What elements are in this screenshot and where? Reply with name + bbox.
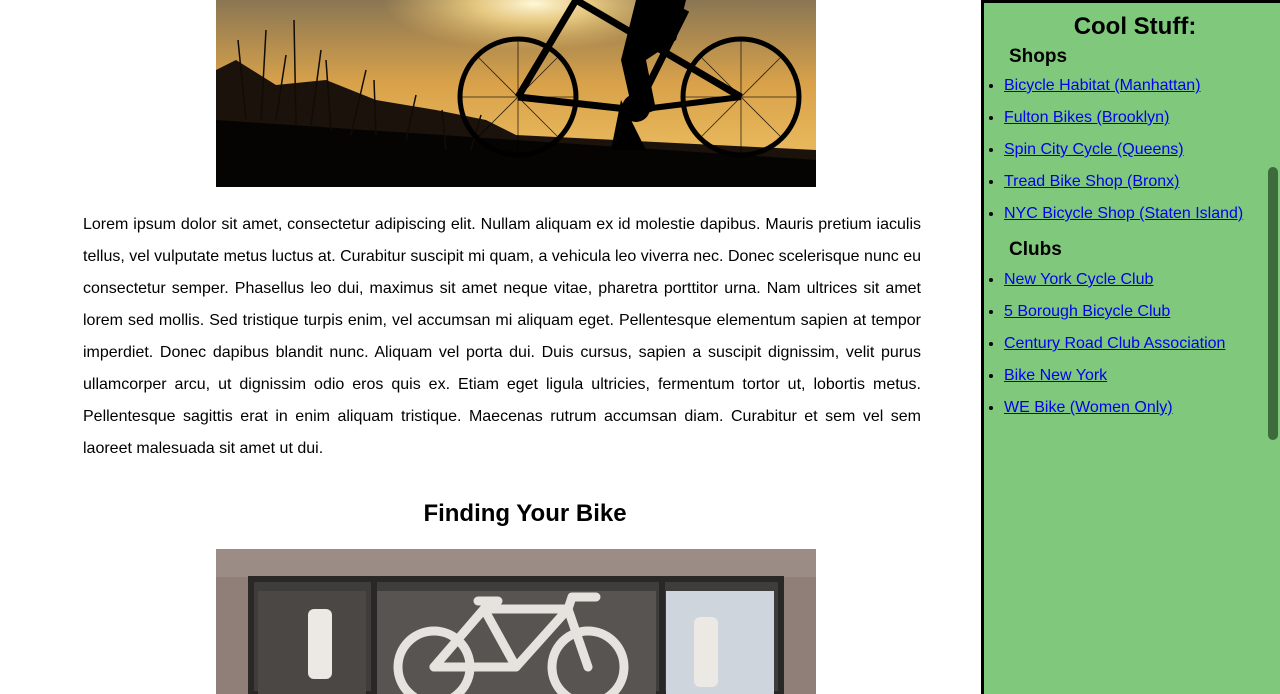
shop-link-spin-city-cycle[interactable]: Spin City Cycle (Queens) — [1004, 141, 1184, 158]
club-link-new-york-cycle-club[interactable]: New York Cycle Club — [1004, 271, 1153, 288]
sunset-cyclist-image — [216, 0, 816, 187]
shops-heading: Shops — [1009, 46, 1068, 67]
page: Lorem ipsum dolor sit amet, consectetur … — [0, 0, 1280, 694]
bike-shop-window-image — [216, 549, 816, 694]
list-item: Bike New York — [1004, 364, 1280, 396]
list-item: New York Cycle Club — [1004, 268, 1280, 300]
list-item: Century Road Club Association — [1004, 332, 1280, 364]
list-item: WE Bike (Women Only) — [1004, 396, 1280, 428]
club-link-century-road-club[interactable]: Century Road Club Association — [1004, 335, 1225, 352]
list-item: Bicycle Habitat (Manhattan) — [1004, 74, 1280, 106]
club-link-we-bike[interactable]: WE Bike (Women Only) — [1004, 399, 1173, 416]
list-item: NYC Bicycle Shop (Staten Island) — [1004, 202, 1280, 234]
shop-link-bicycle-habitat[interactable]: Bicycle Habitat (Manhattan) — [1004, 77, 1201, 94]
sidebar: Cool Stuff: Shops Bicycle Habitat (Manha… — [981, 0, 1280, 694]
list-item: Fulton Bikes (Brooklyn) — [1004, 106, 1280, 138]
list-item: Spin City Cycle (Queens) — [1004, 138, 1280, 170]
club-link-5-borough-bicycle-club[interactable]: 5 Borough Bicycle Club — [1004, 303, 1170, 320]
shop-link-nyc-bicycle-shop[interactable]: NYC Bicycle Shop (Staten Island) — [1004, 205, 1243, 222]
club-link-bike-new-york[interactable]: Bike New York — [1004, 367, 1107, 384]
main-content: Lorem ipsum dolor sit amet, consectetur … — [0, 0, 981, 694]
sidebar-title: Cool Stuff: — [1073, 13, 1197, 40]
shops-list: Bicycle Habitat (Manhattan) Fulton Bikes… — [984, 74, 1280, 234]
sidebar-scrollbar[interactable] — [1268, 167, 1278, 440]
shop-link-tread-bike-shop[interactable]: Tread Bike Shop (Bronx) — [1004, 173, 1179, 190]
article-paragraph: Lorem ipsum dolor sit amet, consectetur … — [83, 216, 921, 457]
list-item: Tread Bike Shop (Bronx) — [1004, 170, 1280, 202]
shop-link-fulton-bikes[interactable]: Fulton Bikes (Brooklyn) — [1004, 109, 1169, 126]
section-heading: Finding Your Bike — [423, 500, 627, 527]
clubs-list: New York Cycle Club 5 Borough Bicycle Cl… — [984, 268, 1280, 428]
list-item: 5 Borough Bicycle Club — [1004, 300, 1280, 332]
clubs-heading: Clubs — [1009, 239, 1062, 260]
